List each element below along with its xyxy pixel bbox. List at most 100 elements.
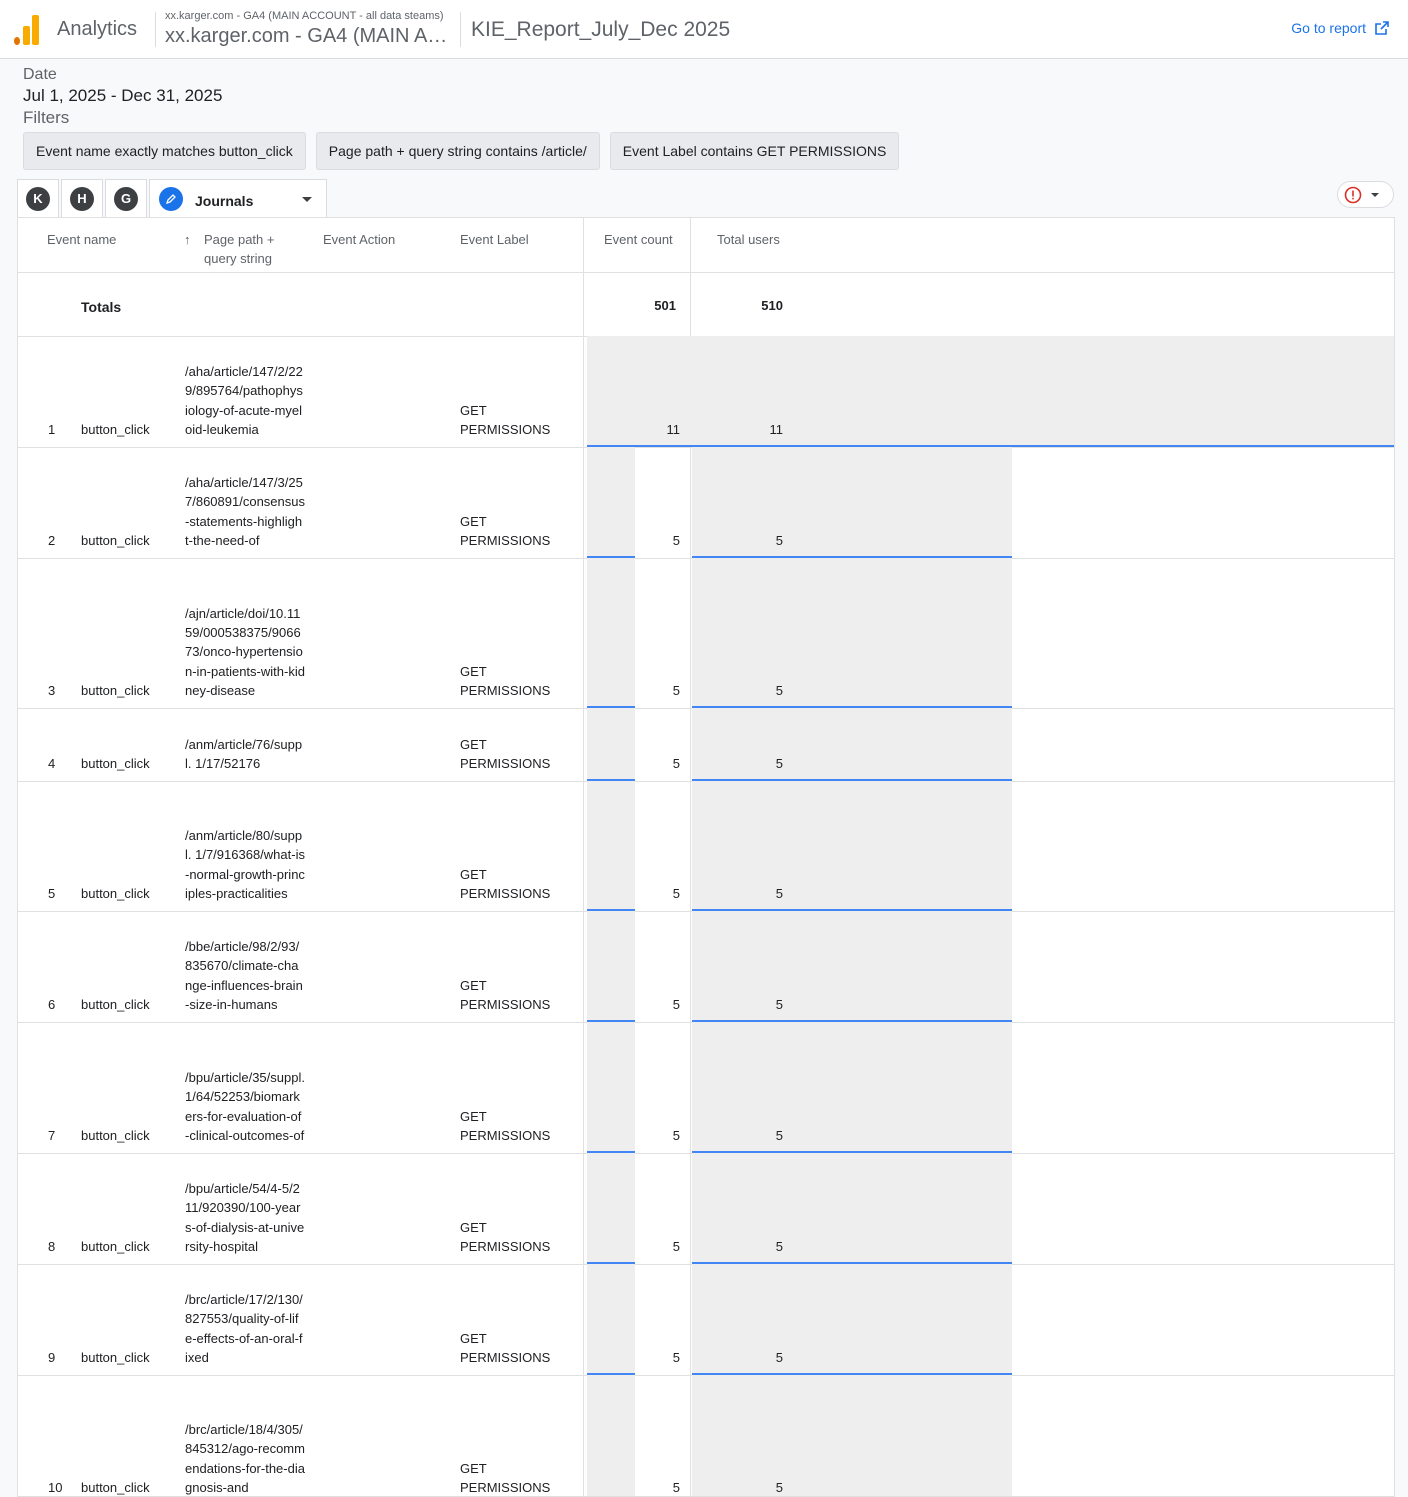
row-index: 9 (48, 1349, 56, 1365)
row-index: 10 (48, 1479, 63, 1495)
total-users-bar (692, 336, 1394, 447)
event-count-bar (587, 447, 635, 558)
table-row[interactable]: 4 button_click/anm/article/76/suppl. 1/17… (18, 708, 1394, 782)
filter-chip[interactable]: Page path + query string contains /artic… (315, 132, 600, 170)
row-index: 5 (48, 885, 56, 901)
go-to-report-label[interactable]: Go to report (1291, 20, 1366, 36)
column-header-page-path-label: Page path + query string (204, 232, 275, 266)
total-users-cell: 5 (775, 996, 783, 1012)
event-count-cell: 5 (672, 1127, 680, 1143)
header-divider (460, 12, 461, 47)
total-users-cell: 5 (775, 1127, 783, 1143)
report-title: KIE_Report_July_Dec 2025 (471, 18, 731, 41)
column-header-event-label[interactable]: Event Label (460, 230, 529, 249)
total-users-cell: 5 (775, 755, 783, 771)
event-count-bar (587, 781, 635, 911)
table-row[interactable]: 10 button_click/brc/article/18/4/305/8453… (18, 1375, 1394, 1496)
app-name: Analytics (57, 18, 138, 40)
table-row[interactable]: 9 button_click/brc/article/17/2/130/82755… (18, 1264, 1394, 1376)
filter-chips: Event name exactly matches button_click … (23, 132, 900, 170)
page-path-cell: /brc/article/17/2/130/827553/quality-of-… (185, 1292, 303, 1365)
event-count-cell: 5 (672, 682, 680, 698)
row-index: 7 (48, 1127, 56, 1143)
segment-tabs: K H G Journals (17, 179, 327, 218)
event-count-cell: 11 (666, 421, 681, 437)
event-name-cell: button_click (81, 421, 150, 437)
event-count-cell: 5 (672, 1479, 680, 1495)
filter-chip[interactable]: Event name exactly matches button_click (23, 132, 306, 170)
event-name-cell: button_click (81, 1479, 150, 1495)
table-row[interactable]: 1 button_click/aha/article/147/2/229/8957… (18, 336, 1394, 448)
segment-tab-h[interactable]: H (61, 179, 103, 217)
page-path-cell: /brc/article/18/4/305/845312/ago-recomme… (185, 1422, 305, 1495)
event-count-cell: 5 (672, 996, 680, 1012)
column-header-total-users[interactable]: Total users (717, 230, 780, 249)
table-row[interactable]: 2 button_click/aha/article/147/3/257/8608… (18, 447, 1394, 559)
segment-tab-g[interactable]: G (105, 179, 147, 217)
event-count-cell: 5 (672, 1238, 680, 1254)
event-count-bar (587, 1153, 635, 1264)
total-users-cell: 5 (775, 682, 783, 698)
go-to-report-link[interactable]: Go to report (1291, 20, 1390, 36)
event-count-bar (587, 1264, 635, 1375)
totals-row: Totals 501 510 (18, 273, 1394, 337)
open-in-new-icon (1375, 21, 1389, 35)
segment-name: Journals (195, 192, 254, 209)
event-count-cell: 5 (672, 755, 680, 771)
event-label-cell: GET PERMISSIONS (460, 736, 551, 771)
page-path-cell: /aha/article/147/2/229/895764/pathophysi… (185, 364, 303, 437)
filters-label: Filters (23, 108, 70, 127)
event-name-cell: button_click (81, 1349, 150, 1365)
account-subtitle: xx.karger.com - GA4 (MAIN ACCOUNT - all … (165, 10, 444, 22)
event-count-cell: 5 (672, 885, 680, 901)
event-name-cell: button_click (81, 996, 150, 1012)
total-users-cell: 5 (775, 532, 783, 548)
total-users-cell: 11 (769, 421, 784, 437)
segment-avatar: K (26, 186, 50, 211)
column-header-event-action[interactable]: Event Action (323, 230, 395, 249)
event-count-cell: 5 (672, 532, 680, 548)
page-path-cell: /anm/article/80/suppl. 1/7/916368/what-i… (185, 828, 305, 901)
table-row[interactable]: 7 button_click/bpu/article/35/suppl. 1/64… (18, 1022, 1394, 1154)
event-name-cell: button_click (81, 682, 150, 698)
event-count-bar (587, 558, 635, 708)
data-quality-warning-button[interactable] (1337, 181, 1394, 208)
table-row[interactable]: 8 button_click/bpu/article/54/4-5/211/920… (18, 1153, 1394, 1265)
filter-chip[interactable]: Event Label contains GET PERMISSIONS (609, 132, 900, 170)
error-icon (1344, 186, 1362, 203)
event-label-cell: GET PERMISSIONS (460, 866, 551, 901)
event-label-cell: GET PERMISSIONS (460, 1219, 551, 1254)
event-count-cell: 5 (672, 1349, 680, 1365)
event-label-cell: GET PERMISSIONS (460, 513, 551, 548)
segment-tab-journals[interactable]: Journals (149, 179, 327, 218)
dropdown-caret-icon (1371, 192, 1379, 197)
event-count-bar (587, 708, 635, 781)
table-row[interactable]: 3 button_click/ajn/article/doi/10.1159/00… (18, 558, 1394, 709)
analytics-logo-icon[interactable] (14, 15, 40, 45)
column-header-event-name[interactable]: Event name (47, 230, 116, 249)
edit-pencil-icon (159, 187, 183, 211)
date-label: Date (23, 66, 57, 83)
page-path-cell: /anm/article/76/suppl. 1/17/52176 (185, 736, 303, 771)
table-row[interactable]: 5 button_click/anm/article/80/suppl. 1/7/… (18, 781, 1394, 912)
account-selector[interactable]: xx.karger.com - GA4 (MAIN ACCOUNT - all … (165, 25, 450, 48)
total-users-cell: 5 (775, 885, 783, 901)
segment-tab-k[interactable]: K (17, 179, 59, 217)
segment-avatar: H (70, 186, 94, 211)
table-row[interactable]: 6 button_click/bbe/article/98/2/93/835670… (18, 911, 1394, 1023)
report-table: Event name ↑ Page path + query string Ev… (17, 217, 1395, 1497)
row-index: 4 (48, 755, 56, 771)
event-name-cell: button_click (81, 1238, 150, 1254)
date-range: Jul 1, 2025 - Dec 31, 2025 (23, 86, 223, 105)
column-header-page-path[interactable]: ↑ Page path + query string (184, 230, 294, 268)
row-index: 6 (48, 996, 56, 1012)
sort-ascending-icon: ↑ (184, 232, 191, 247)
column-header-event-count[interactable]: Event count (604, 230, 673, 249)
event-label-cell: GET PERMISSIONS (460, 1330, 551, 1365)
event-label-cell: GET PERMISSIONS (460, 977, 551, 1012)
segment-avatar: G (114, 186, 138, 211)
event-label-cell: GET PERMISSIONS (460, 663, 551, 698)
event-name-cell: button_click (81, 1127, 150, 1143)
dropdown-caret-icon[interactable] (302, 197, 312, 202)
page-path-cell: /bbe/article/98/2/93/835670/climate-chan… (185, 939, 303, 1012)
